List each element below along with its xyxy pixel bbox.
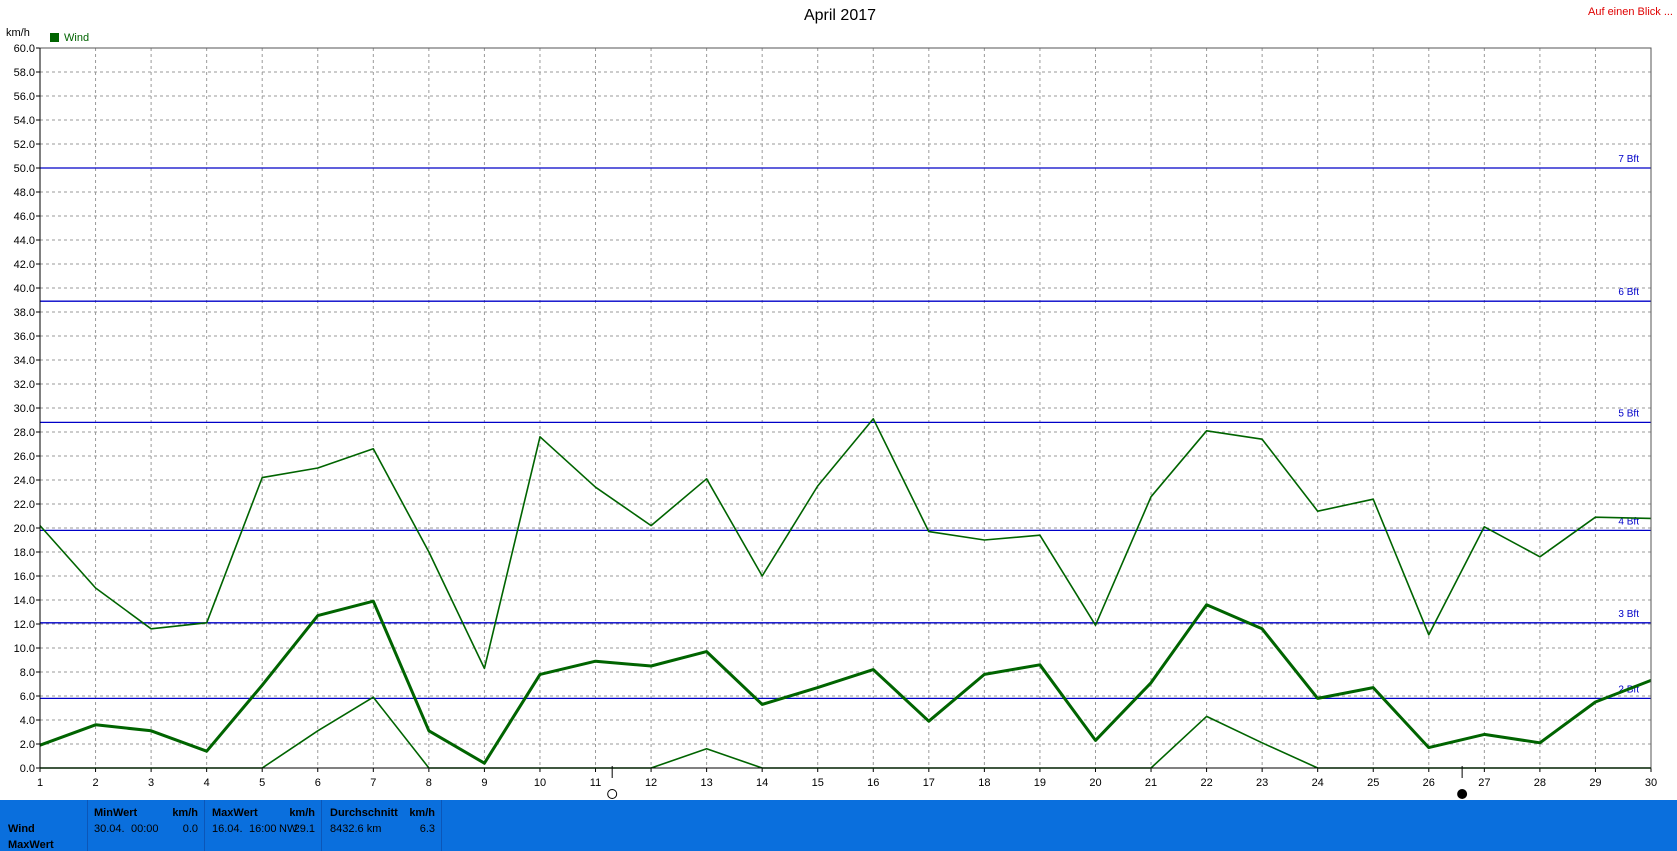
- stats-max-header: MaxWert: [212, 807, 258, 819]
- beaufort-label: 7 Bft: [1618, 154, 1639, 165]
- x-tick-label: 28: [1534, 777, 1546, 789]
- stats-row-label-maxwert: MaxWert: [8, 839, 54, 851]
- stats-avg-value: 6.3: [419, 823, 435, 835]
- y-tick-label: 52.0: [14, 139, 35, 151]
- y-tick-label: 54.0: [14, 115, 35, 127]
- y-tick-label: 44.0: [14, 235, 35, 247]
- y-tick-label: 20.0: [14, 523, 35, 535]
- x-tick-label: 15: [812, 777, 824, 789]
- y-tick-label: 56.0: [14, 91, 35, 103]
- x-tick-label: 10: [534, 777, 546, 789]
- x-tick-label: 19: [1034, 777, 1046, 789]
- x-tick-label: 20: [1089, 777, 1101, 789]
- x-tick-label: 5: [259, 777, 265, 789]
- y-tick-label: 8.0: [20, 667, 35, 679]
- x-tick-label: 30: [1645, 777, 1657, 789]
- stats-min-value: 0.0: [182, 823, 198, 835]
- x-tick-label: 12: [645, 777, 657, 789]
- y-tick-label: 58.0: [14, 67, 35, 79]
- x-tick-label: 9: [481, 777, 487, 789]
- y-tick-label: 12.0: [14, 619, 35, 631]
- legend-label: Wind: [64, 32, 89, 44]
- x-tick-label: 16: [867, 777, 879, 789]
- wind-chart: April 2017 Auf einen Blick ... km/h Wind…: [6, 6, 1673, 799]
- y-tick-label: 18.0: [14, 547, 35, 559]
- full-moon-icon: [607, 789, 618, 799]
- y-tick-label: 16.0: [14, 571, 35, 583]
- x-tick-label: 14: [756, 777, 768, 789]
- x-tick-label: 24: [1312, 777, 1324, 789]
- stats-max-value: 29.1: [293, 823, 315, 835]
- stats-min-column: MinWert km/h 30.04. 00:00 0.0: [87, 800, 204, 851]
- y-tick-label: 2.0: [20, 739, 35, 751]
- x-tick-label: 8: [426, 777, 432, 789]
- y-tick-label: 38.0: [14, 307, 35, 319]
- x-tick-label: 11: [590, 777, 601, 789]
- x-tick-label: 21: [1145, 777, 1157, 789]
- stats-avg-column: Durchschnitt km/h 8432.6 km 6.3: [321, 800, 441, 851]
- beaufort-label: 3 Bft: [1618, 609, 1639, 620]
- stats-avg-unit: km/h: [409, 807, 435, 819]
- stats-min-time: 00:00: [131, 823, 159, 835]
- plot-area: 0.0 2.0 4.0 6.0 8.0 10.0 12.0 14.0 16.0 18.0 20.0 2…: [14, 43, 1657, 799]
- legend-swatch: [50, 33, 59, 42]
- stats-row-label-wind: Wind: [8, 823, 35, 835]
- beaufort-label: 5 Bft: [1618, 408, 1639, 419]
- stats-min-date: 30.04.: [94, 823, 125, 835]
- y-tick-label: 46.0: [14, 211, 35, 223]
- x-tick-label: 25: [1367, 777, 1379, 789]
- y-tick-label: 24.0: [14, 475, 35, 487]
- x-tick-label: 17: [923, 777, 935, 789]
- y-tick-label: 4.0: [20, 715, 35, 727]
- stats-separator: [441, 800, 442, 851]
- overview-link[interactable]: Auf einen Blick ...: [1588, 6, 1673, 18]
- x-tick-label: 18: [978, 777, 990, 789]
- y-tick-label: 22.0: [14, 499, 35, 511]
- stats-max-time: 16:00: [249, 823, 277, 835]
- y-tick-label: 34.0: [14, 355, 35, 367]
- x-tick-label: 6: [315, 777, 321, 789]
- stats-max-date: 16.04.: [212, 823, 243, 835]
- y-tick-label: 28.0: [14, 427, 35, 439]
- x-tick-label: 2: [92, 777, 98, 789]
- y-tick-label: 6.0: [20, 691, 35, 703]
- stats-avg-distance: 8432.6 km: [330, 823, 382, 835]
- x-tick-label: 22: [1200, 777, 1212, 789]
- y-tick-label: 14.0: [14, 595, 35, 607]
- y-tick-label: 30.0: [14, 403, 35, 415]
- y-unit-label: km/h: [6, 27, 30, 39]
- y-tick-label: 50.0: [14, 163, 35, 175]
- y-tick-label: 36.0: [14, 331, 35, 343]
- y-tick-label: 10.0: [14, 643, 35, 655]
- x-tick-label: 1: [37, 777, 43, 789]
- stats-max-column: MaxWert km/h 16.04. 16:00 NW 29.1: [204, 800, 321, 851]
- stats-bar: Wind MaxWert MinWert km/h 30.04. 00:00 0…: [0, 800, 1677, 851]
- y-tick-label: 60.0: [14, 43, 35, 55]
- stats-min-unit: km/h: [172, 807, 198, 819]
- x-tick-label: 23: [1256, 777, 1268, 789]
- y-tick-label: 42.0: [14, 259, 35, 271]
- y-tick-label: 40.0: [14, 283, 35, 295]
- x-tick-label: 29: [1589, 777, 1601, 789]
- x-tick-label: 4: [204, 777, 210, 789]
- chart-title: April 2017: [804, 7, 876, 24]
- x-tick-label: 3: [148, 777, 154, 789]
- stats-avg-header: Durchschnitt: [330, 807, 398, 819]
- y-tick-label: 48.0: [14, 187, 35, 199]
- y-tick-label: 32.0: [14, 379, 35, 391]
- new-moon-icon: [1457, 789, 1468, 799]
- stats-min-header: MinWert: [94, 807, 138, 819]
- y-tick-label: 0.0: [20, 763, 35, 775]
- x-tick-label: 27: [1478, 777, 1490, 789]
- x-tick-label: 26: [1423, 777, 1435, 789]
- beaufort-label: 6 Bft: [1618, 287, 1639, 298]
- stats-max-unit: km/h: [289, 807, 315, 819]
- x-tick-label: 7: [370, 777, 376, 789]
- x-tick-label: 13: [700, 777, 712, 789]
- y-tick-label: 26.0: [14, 451, 35, 463]
